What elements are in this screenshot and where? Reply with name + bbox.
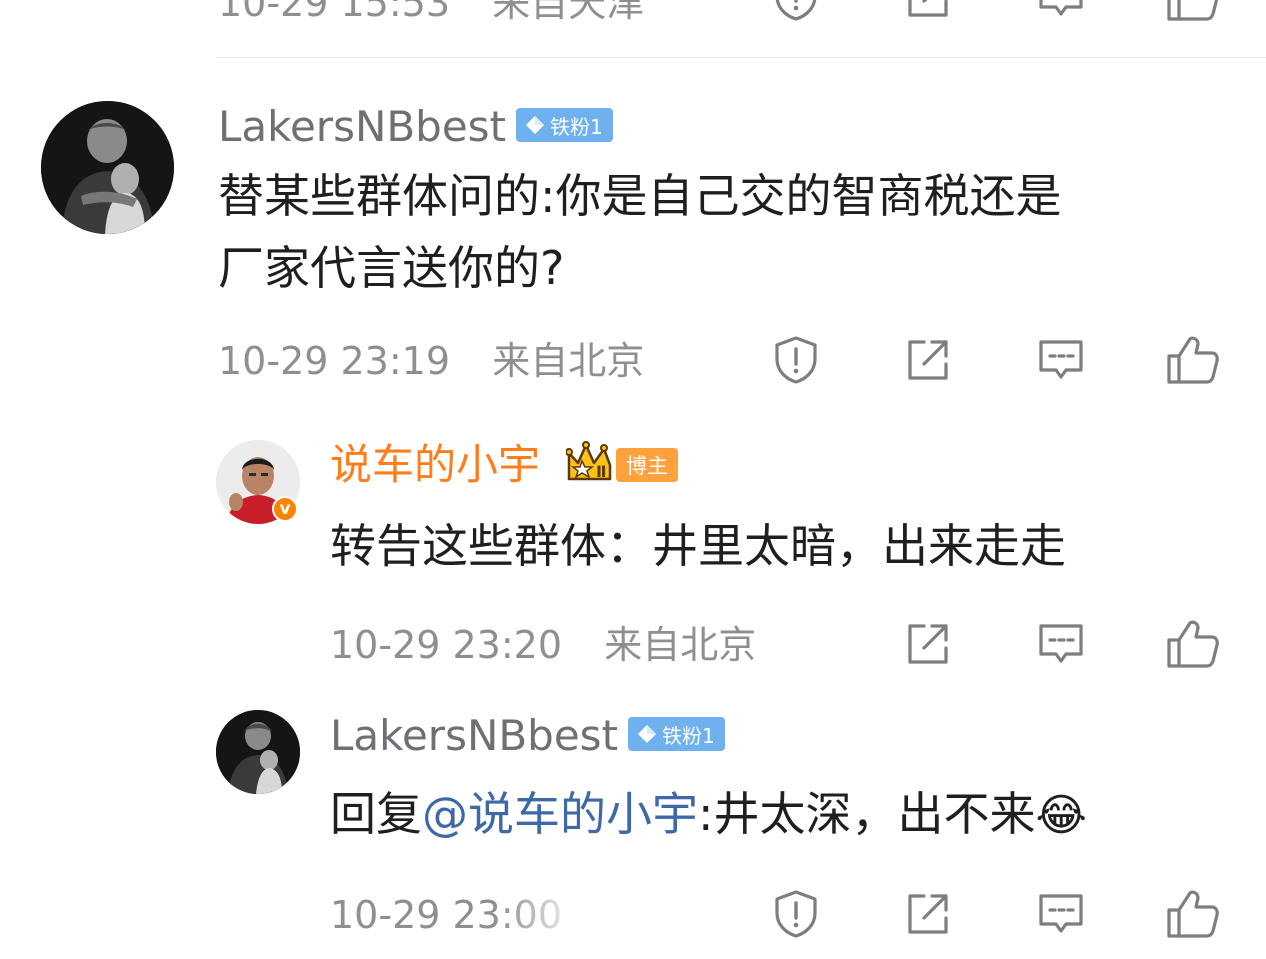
blogger-avatar[interactable]: v [216, 440, 302, 526]
prev-report-button[interactable] [767, 0, 825, 26]
mention-link[interactable]: @说车的小宇 [422, 787, 698, 841]
prev-share-button[interactable] [899, 0, 957, 26]
share-button[interactable] [899, 331, 957, 389]
like-button[interactable] [1164, 885, 1222, 943]
avatar[interactable] [41, 101, 174, 234]
diamond-icon [526, 116, 544, 134]
reply-location: 来自北京 [604, 623, 757, 667]
prev-comment-time: 10-29 15:53 [218, 0, 451, 25]
comment-icon [1039, 624, 1083, 663]
report-icon [775, 0, 817, 21]
report-button[interactable] [767, 331, 825, 389]
avatar[interactable] [216, 710, 300, 794]
comment-time: 10-29 23:19 [218, 339, 451, 383]
share-icon [908, 340, 948, 380]
loading-fade-overlay [500, 890, 760, 946]
share-icon [908, 0, 948, 17]
share-icon [908, 624, 948, 664]
reply-like-button[interactable] [1164, 615, 1222, 673]
comment-meta: 10-29 23:19 来自北京 [218, 342, 644, 380]
comment-icon [1039, 340, 1083, 379]
prev-comment-button[interactable] [1032, 0, 1090, 26]
crown-icon: Ⅱ [565, 441, 618, 485]
like-icon [1167, 620, 1219, 668]
divider [216, 57, 1266, 58]
comment-icon [1039, 0, 1083, 16]
reply-prefix: 回复 [330, 787, 422, 841]
diamond-icon [638, 725, 656, 743]
comment-content: 替某些群体问的:你是自己交的智商税还是 厂家代言送你的? [218, 160, 1062, 304]
blogger-username[interactable]: 说车的小宇 [330, 444, 540, 486]
report-button[interactable] [767, 885, 825, 943]
report-icon [775, 890, 817, 938]
reply-text: :井太深，出不来 [698, 787, 1036, 841]
prev-comment-location: 来自天津 [492, 0, 645, 25]
comment-thread-page: 10-29 15:53 来自天津 LakersNBbest 铁粉1 替某些群体问… [0, 0, 1266, 959]
comment-location: 来自北京 [492, 339, 645, 383]
reply-comment-button[interactable] [1032, 615, 1090, 673]
level-label: Ⅱ [596, 462, 607, 481]
fan-badge-label: 铁粉1 [550, 114, 603, 139]
comment-content-line: 厂家代言送你的? [218, 241, 565, 295]
reply-content: 转告这些群体：井里太暗，出来走走 [330, 519, 1066, 573]
username[interactable]: LakersNBbest [330, 715, 618, 757]
laugh-cry-icon: 😂 [1035, 790, 1087, 841]
like-icon [1167, 0, 1219, 21]
reply-button[interactable] [1032, 885, 1090, 943]
share-icon [908, 894, 948, 934]
report-icon [775, 336, 817, 384]
like-icon [1167, 890, 1219, 938]
fan-badge[interactable]: 铁粉1 [628, 717, 725, 751]
verified-mark: v [279, 499, 291, 519]
like-button[interactable] [1164, 331, 1222, 389]
prev-comment-meta: 10-29 15:53 来自天津 [218, 0, 644, 22]
comment-content-line: 替某些群体问的:你是自己交的智商税还是 [218, 169, 1062, 223]
fan-badge[interactable]: 铁粉1 [516, 108, 613, 142]
prev-like-button[interactable] [1164, 0, 1222, 26]
fan-badge-label: 铁粉1 [662, 723, 715, 748]
reply-content: 回复@说车的小宇:井太深，出不来😂 [330, 778, 1087, 852]
verified-badge: v [272, 496, 298, 522]
reply-meta: 10-29 23:20 来自北京 [330, 626, 756, 664]
reply-button[interactable] [1032, 331, 1090, 389]
comment-icon [1039, 894, 1083, 933]
blogger-badge[interactable]: 博主 [616, 448, 678, 482]
reply-time: 10-29 23:20 [330, 623, 563, 667]
like-icon [1167, 336, 1219, 384]
username[interactable]: LakersNBbest [218, 106, 506, 148]
reply-time: 10-29 23: [330, 893, 514, 937]
share-button[interactable] [899, 885, 957, 943]
reply-share-button[interactable] [899, 615, 957, 673]
